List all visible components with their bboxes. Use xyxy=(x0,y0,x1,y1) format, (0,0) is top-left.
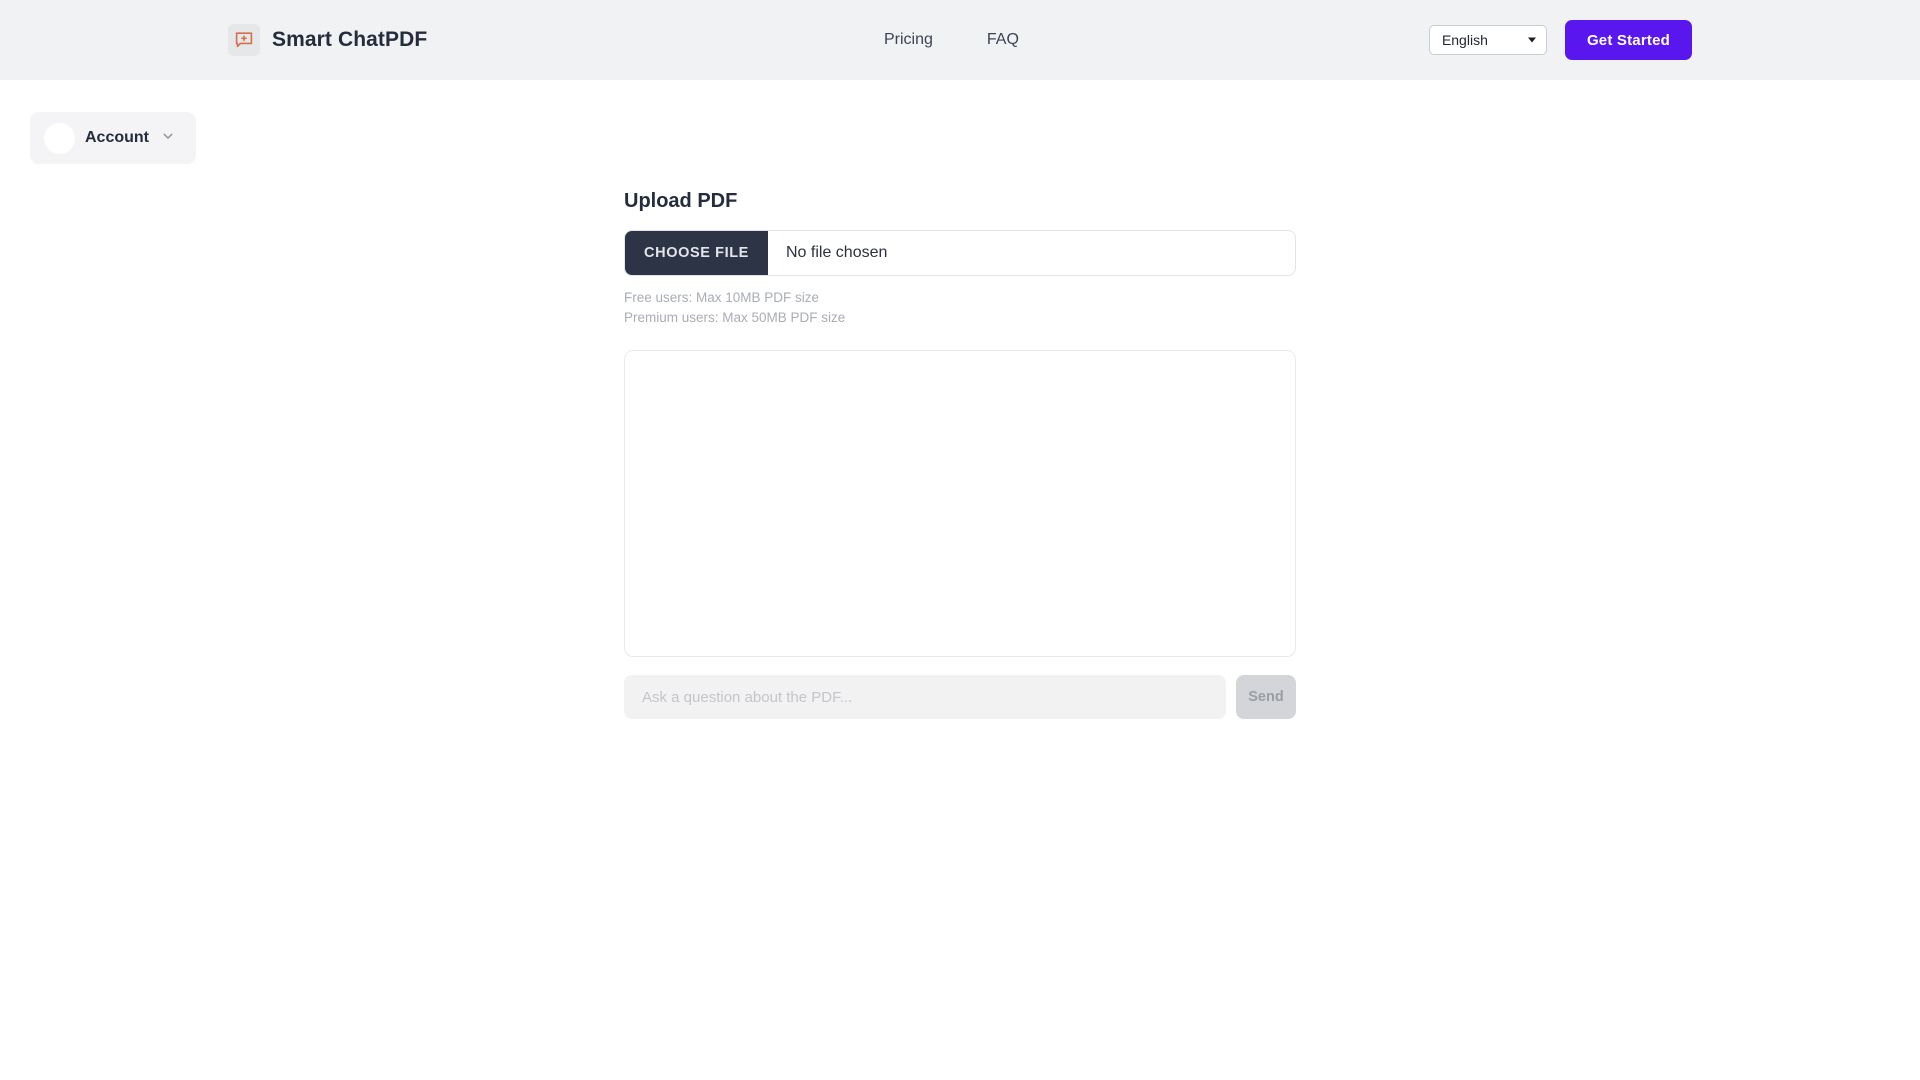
question-input[interactable] xyxy=(624,675,1226,719)
upload-limits: Free users: Max 10MB PDF size Premium us… xyxy=(624,288,1296,328)
account-label: Account xyxy=(85,129,149,146)
page-title: Upload PDF xyxy=(624,190,738,212)
upload-workspace: Upload PDF CHOOSE FILE No file chosen Fr… xyxy=(624,190,1296,719)
nav-link-pricing[interactable]: Pricing xyxy=(884,31,933,49)
limit-premium: Premium users: Max 50MB PDF size xyxy=(624,310,846,325)
caret-down-icon xyxy=(1527,37,1536,43)
limit-free: Free users: Max 10MB PDF size xyxy=(624,290,820,305)
language-select-value: English xyxy=(1441,32,1488,48)
chat-transcript xyxy=(624,350,1296,657)
header-actions: English Get Started xyxy=(1428,0,1692,80)
chosen-file-name: No file chosen xyxy=(786,244,888,261)
send-button[interactable]: Send xyxy=(1236,675,1296,719)
account-menu[interactable]: Account xyxy=(30,112,196,164)
file-upload-field[interactable]: CHOOSE FILE No file chosen xyxy=(624,230,1296,276)
choose-file-button[interactable]: CHOOSE FILE xyxy=(625,231,768,275)
main-nav: Pricing FAQ xyxy=(884,0,1019,80)
chat-bubble-plus-icon xyxy=(228,24,260,56)
brand-name: Smart ChatPDF xyxy=(272,28,428,51)
get-started-button[interactable]: Get Started xyxy=(1564,20,1692,60)
language-select[interactable]: English xyxy=(1428,25,1547,55)
brand-logo[interactable]: Smart ChatPDF xyxy=(228,0,427,80)
site-header: Smart ChatPDF Pricing FAQ English Get St… xyxy=(0,0,1920,80)
nav-link-faq[interactable]: FAQ xyxy=(987,31,1019,49)
chevron-down-icon xyxy=(161,129,175,148)
chat-composer: Send xyxy=(624,675,1296,719)
avatar-placeholder-icon xyxy=(44,122,75,154)
